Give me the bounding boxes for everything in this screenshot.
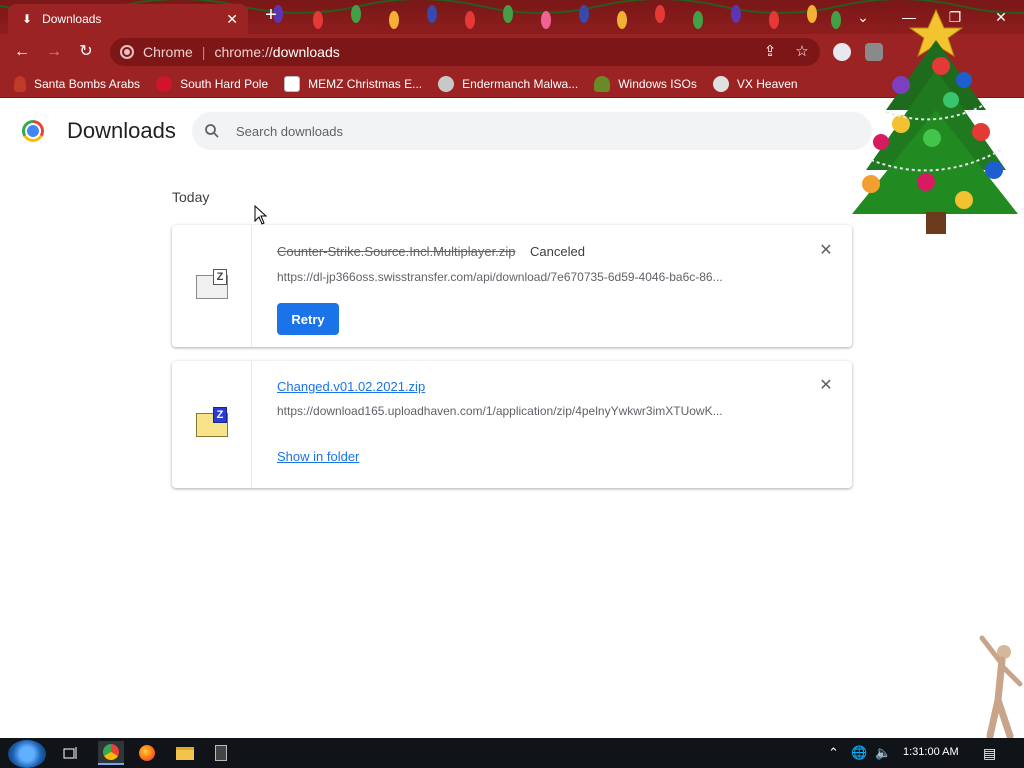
forward-arrow-icon[interactable]: →: [42, 40, 66, 64]
search-bar[interactable]: [192, 112, 872, 150]
bookmark-item[interactable]: South Hard Pole: [156, 75, 269, 92]
download-item: Z Counter-Strike.Source.Incl.Multiplayer…: [172, 225, 852, 347]
page-title: Downloads: [67, 118, 176, 143]
zip-file-icon: Z: [196, 407, 228, 437]
bookmark-item[interactable]: Windows ISOs: [594, 75, 697, 92]
chrome-taskbar-icon[interactable]: [98, 741, 124, 765]
app-taskbar-icon[interactable]: [208, 741, 234, 765]
bookmark-label: Santa Bombs Arabs: [34, 76, 141, 91]
vx-icon: [712, 75, 729, 92]
file-icon-column: Z: [172, 361, 252, 488]
file-explorer-taskbar-icon[interactable]: [172, 741, 198, 765]
raccoon-icon: [438, 75, 455, 92]
bookmark-item[interactable]: Endermanch Malwa...: [438, 75, 579, 92]
tab-downloads[interactable]: ⬇ Downloads ✕: [8, 4, 248, 34]
bookmark-label: South Hard Pole: [180, 76, 269, 91]
zip-file-icon: Z: [196, 269, 228, 299]
mouse-cursor-icon: [254, 205, 268, 225]
taskbar-clock[interactable]: 1:31:00 AM: [903, 746, 959, 758]
back-arrow-icon[interactable]: ←: [10, 40, 34, 64]
chrome-site-icon: [120, 45, 134, 59]
bookmark-label: MEMZ Christmas E...: [308, 76, 423, 91]
url-host: downloads: [272, 44, 340, 60]
bookmark-label: Windows ISOs: [618, 76, 697, 91]
task-view-icon[interactable]: [58, 741, 84, 765]
tab-title: Downloads: [42, 12, 102, 26]
address-bar[interactable]: Chrome | chrome:// downloads: [110, 38, 820, 66]
new-tab-button[interactable]: +: [260, 5, 282, 27]
image-icon: [284, 75, 301, 92]
network-globe-icon[interactable]: 🌐: [851, 745, 867, 761]
reload-icon[interactable]: ↻: [74, 40, 98, 64]
date-heading: Today: [172, 189, 210, 205]
bookmark-item[interactable]: MEMZ Christmas E...: [284, 75, 423, 92]
file-name-link[interactable]: Changed.v01.02.2021.zip: [277, 379, 425, 394]
url-scheme: chrome://: [214, 44, 273, 60]
bookmark-item[interactable]: VX Heaven: [712, 75, 798, 92]
bookmark-star-icon[interactable]: ☆: [792, 42, 812, 62]
bookmark-label: VX Heaven: [736, 76, 798, 91]
search-icon: [205, 124, 219, 138]
notification-center-icon[interactable]: ▤: [983, 745, 996, 762]
search-input[interactable]: [236, 123, 736, 139]
file-url: https://download165.uploadhaven.com/1/ap…: [277, 404, 723, 418]
download-item: Z Changed.v01.02.2021.zip https://downlo…: [172, 361, 852, 488]
bookmark-item[interactable]: Santa Bombs Arabs: [14, 75, 141, 92]
santa-icon: [14, 75, 26, 92]
remove-close-icon[interactable]: ✕: [818, 243, 834, 259]
omnibox-separator: |: [201, 44, 206, 60]
dancing-figure-decoration: [979, 635, 1023, 738]
download-icon: ⬇: [22, 12, 33, 26]
volume-icon[interactable]: 🔈: [875, 745, 891, 761]
download-status: Canceled: [530, 244, 585, 259]
grinch-icon: [594, 75, 611, 92]
christmas-tree-decoration: [852, 8, 1018, 234]
tab-close-icon[interactable]: ✕: [226, 11, 238, 28]
bookmark-label: Endermanch Malwa...: [462, 76, 579, 91]
retry-button[interactable]: Retry: [277, 303, 339, 335]
tray-chevron-up-icon[interactable]: ⌃: [828, 745, 839, 761]
virus-icon: [156, 75, 173, 92]
show-in-folder-link[interactable]: Show in folder: [277, 449, 359, 464]
file-url: https://dl-jp366oss.swisstransfer.com/ap…: [277, 270, 723, 284]
file-name: Counter-Strike.Source.Incl.Multiplayer.z…: [277, 244, 516, 259]
remove-close-icon[interactable]: ✕: [818, 378, 834, 394]
chrome-logo-icon: [22, 120, 44, 142]
file-icon-column: Z: [172, 225, 252, 347]
firefox-taskbar-icon[interactable]: [134, 741, 160, 765]
start-button[interactable]: [8, 740, 46, 768]
share-icon[interactable]: ⇪: [760, 42, 780, 62]
taskbar: ⌃ 🌐 🔈 1:31:00 AM ▤: [0, 738, 1024, 768]
site-label: Chrome: [143, 44, 193, 60]
